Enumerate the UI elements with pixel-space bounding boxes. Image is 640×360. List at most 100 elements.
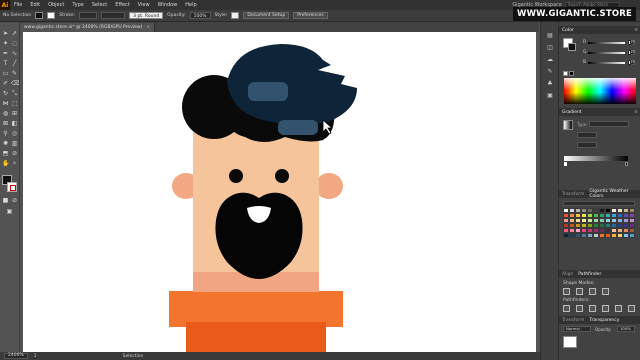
left-eye-shape[interactable] xyxy=(229,169,243,183)
artboard-tool-icon[interactable]: ⬒ xyxy=(2,150,9,157)
green-slider[interactable]: G 255 xyxy=(583,49,635,55)
zoom-tool-icon[interactable]: ⚬ xyxy=(11,160,18,167)
properties-icon[interactable]: ▤ xyxy=(546,32,554,40)
artboard[interactable] xyxy=(23,32,536,352)
fill-color-swatch[interactable] xyxy=(35,12,44,19)
canvas-area[interactable] xyxy=(20,32,539,352)
symbol-sprayer-tool-icon[interactable]: ✺ xyxy=(2,140,9,147)
eraser-tool-icon[interactable]: ⌫ xyxy=(11,80,19,87)
red-thumb[interactable] xyxy=(628,39,631,45)
gradient-panel-header[interactable]: Gradient ≡ xyxy=(559,108,640,116)
brush-definition-select[interactable]: 3 pt. Round xyxy=(129,12,164,19)
screen-mode-icon[interactable]: ▣ xyxy=(6,208,13,215)
minus-back-icon[interactable] xyxy=(628,305,635,312)
pathfinder-panel-header[interactable]: Align Pathfinder xyxy=(559,270,640,278)
menu-object[interactable]: Object xyxy=(44,2,68,8)
red-track[interactable] xyxy=(588,39,631,45)
rotate-tool-icon[interactable]: ↻ xyxy=(2,90,9,97)
opacity-field[interactable]: 100% xyxy=(189,12,211,19)
variable-width-profile[interactable] xyxy=(101,12,126,19)
selection-tool-icon[interactable]: ➤ xyxy=(2,30,9,37)
menu-file[interactable]: File xyxy=(10,2,26,8)
cap-highlight-right[interactable] xyxy=(278,120,318,135)
object-thumbnail[interactable] xyxy=(563,336,577,348)
blend-mode-select[interactable]: Normal xyxy=(563,326,591,332)
graphic-style-swatch[interactable] xyxy=(231,12,240,19)
document-setup-button[interactable]: Document Setup xyxy=(243,12,290,19)
minus-front-icon[interactable] xyxy=(576,288,583,295)
symbols-icon[interactable]: ♣ xyxy=(546,80,554,88)
stroke-swatch[interactable] xyxy=(7,182,17,192)
blue-slider[interactable]: B 255 xyxy=(583,59,635,65)
transparency-tab[interactable]: Transparency xyxy=(589,318,619,323)
color-stroke-swatch[interactable] xyxy=(568,43,576,51)
gradient-type-select[interactable] xyxy=(589,121,629,127)
pathfinder-tab[interactable]: Pathfinder xyxy=(578,272,601,277)
menu-edit[interactable]: Edit xyxy=(26,2,44,8)
curvature-tool-icon[interactable]: ∿ xyxy=(11,50,18,57)
transparency-opacity-field[interactable]: 100% xyxy=(617,326,635,332)
none-mode-icon[interactable]: ⊘ xyxy=(11,197,18,204)
swatch-search-field[interactable] xyxy=(563,201,635,206)
cap-highlight-left[interactable] xyxy=(248,82,288,101)
preferences-button[interactable]: Preferences xyxy=(293,12,328,19)
zoom-level-field[interactable]: 2400% xyxy=(4,353,28,359)
artboard-navigator[interactable]: 1 xyxy=(34,354,37,359)
blue-thumb[interactable] xyxy=(628,59,631,65)
blend-tool-icon[interactable]: ◎ xyxy=(11,130,18,137)
menu-select[interactable]: Select xyxy=(88,2,111,8)
character-illustration[interactable] xyxy=(23,32,536,352)
exclude-icon[interactable] xyxy=(602,288,609,295)
perspective-grid-tool-icon[interactable]: ⊞ xyxy=(11,110,18,117)
panel-menu-icon[interactable]: ≡ xyxy=(634,110,638,115)
crop-icon[interactable] xyxy=(602,305,609,312)
menu-help[interactable]: Help xyxy=(181,2,200,8)
shaper-tool-icon[interactable]: ✐ xyxy=(2,80,9,87)
color-swatch[interactable] xyxy=(629,233,635,238)
gradient-stroke-field[interactable] xyxy=(577,132,597,138)
white-swatch[interactable] xyxy=(563,71,568,76)
gradient-tool-icon[interactable]: ◧ xyxy=(11,120,18,127)
scale-tool-icon[interactable]: ⤡ xyxy=(11,90,18,97)
gradient-stop-start[interactable] xyxy=(564,162,567,166)
type-tool-icon[interactable]: T xyxy=(2,60,9,67)
stroke-color-swatch[interactable] xyxy=(47,12,56,19)
graphic-styles-icon[interactable]: ▣ xyxy=(546,92,554,100)
color-panel-title[interactable]: Color xyxy=(562,28,574,33)
shirt-collar-shape[interactable] xyxy=(169,291,343,327)
pen-tool-icon[interactable]: ✒ xyxy=(2,50,9,57)
brushes-icon[interactable]: ✎ xyxy=(546,68,554,76)
color-spectrum[interactable] xyxy=(564,78,636,104)
outline-icon[interactable] xyxy=(615,305,622,312)
lasso-tool-icon[interactable]: ◌ xyxy=(11,40,18,47)
panel-menu-icon[interactable]: ≡ xyxy=(634,28,638,33)
libraries-icon[interactable]: ☁ xyxy=(546,56,554,64)
divide-icon[interactable] xyxy=(563,305,570,312)
gradient-slider[interactable] xyxy=(564,156,628,161)
green-track[interactable] xyxy=(588,49,631,55)
free-transform-tool-icon[interactable]: ⬚ xyxy=(11,100,18,107)
cap-shape[interactable] xyxy=(227,44,357,125)
layers-icon[interactable]: ◫ xyxy=(546,44,554,52)
black-swatch[interactable] xyxy=(569,71,574,76)
color-panel-header[interactable]: Color ≡ xyxy=(559,26,640,34)
unite-icon[interactable] xyxy=(563,288,570,295)
transform-tab-2[interactable]: Transform xyxy=(562,318,584,323)
shape-builder-tool-icon[interactable]: ◍ xyxy=(2,110,9,117)
shirt-body-shape[interactable] xyxy=(186,322,326,352)
menu-type[interactable]: Type xyxy=(68,2,87,8)
gigantic-weather-colors-tab[interactable]: Gigantic Weather Colors xyxy=(589,189,640,199)
intersect-icon[interactable] xyxy=(589,288,596,295)
width-tool-icon[interactable]: ⋈ xyxy=(2,100,9,107)
hand-tool-icon[interactable]: ✋ xyxy=(2,160,9,167)
color-mode-icon[interactable]: ■ xyxy=(2,197,9,204)
rectangle-tool-icon[interactable]: ▭ xyxy=(2,70,9,77)
align-tab[interactable]: Align xyxy=(562,272,573,277)
right-ear-shape[interactable] xyxy=(315,173,343,199)
magic-wand-tool-icon[interactable]: ✦ xyxy=(2,40,9,47)
red-slider[interactable]: R 255 xyxy=(583,39,635,45)
gradient-thumbnail[interactable] xyxy=(563,120,573,130)
document-tab[interactable]: www.gigantic.store.ai* @ 2400% (RGB/GPU … xyxy=(20,23,156,32)
gradient-angle-field[interactable] xyxy=(577,142,597,148)
transform-tab[interactable]: Transform xyxy=(562,192,584,197)
